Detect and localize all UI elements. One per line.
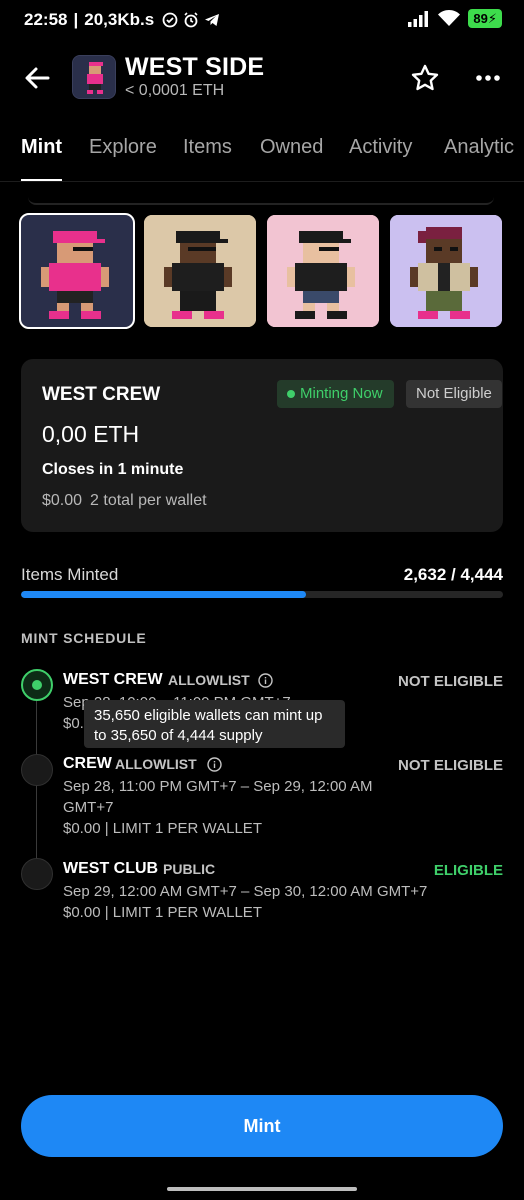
mint-stage-card: WEST CREW Minting Now Not Eligible 0,00 … <box>21 359 503 532</box>
home-indicator <box>167 1187 357 1191</box>
eligibility-badge: Not Eligible <box>406 380 502 408</box>
minting-now-badge: Minting Now <box>277 380 394 408</box>
tab-activity[interactable]: Activity <box>349 136 412 159</box>
tab-items[interactable]: Items <box>183 136 232 159</box>
phase-dates: Sep 29, 12:00 AM GMT+7 – Sep 30, 12:00 A… <box>63 883 428 900</box>
tab-bar: Mint Explore Items Owned Activity Analyt… <box>0 136 524 182</box>
collection-header: WEST SIDE < 0,0001 ETH <box>0 53 524 105</box>
star-icon[interactable] <box>410 63 440 93</box>
tab-analytics[interactable]: Analytic <box>444 136 514 159</box>
nft-thumbnail[interactable] <box>19 213 135 329</box>
eligibility-tooltip: 35,650 eligible wallets can mint up to 3… <box>84 700 345 748</box>
status-right: 89⚡ <box>408 9 502 28</box>
phase-limit: $0.00 | LIMIT 1 PER WALLET <box>63 820 262 837</box>
collection-title: WEST SIDE <box>125 53 265 81</box>
schedule-title: MINT SCHEDULE <box>21 630 147 646</box>
mint-progress-bar <box>21 591 503 598</box>
phase-dates: Sep 28, 11:00 PM GMT+7 – Sep 29, 12:00 A… <box>63 778 373 795</box>
phase-name: WEST CLUB <box>63 860 159 877</box>
wifi-icon <box>438 10 461 26</box>
phase-name: WEST CREW <box>63 671 163 688</box>
stage-title: WEST CREW <box>42 384 161 405</box>
nft-thumbnail[interactable] <box>144 215 256 327</box>
divider <box>28 197 494 205</box>
tab-explore[interactable]: Explore <box>89 136 157 159</box>
nft-thumbnail[interactable] <box>267 215 379 327</box>
phase-type: PUBLIC <box>163 861 216 877</box>
tab-mint[interactable]: Mint <box>21 136 62 159</box>
phase-indicator <box>21 858 53 890</box>
stage-meta: $0.00 2 total per wallet <box>42 492 207 509</box>
signal-icon <box>408 10 429 27</box>
stage-countdown: Closes in 1 minute <box>42 461 184 478</box>
phase-limit: $0.00 | LIMIT 1 PER WALLET <box>63 904 262 921</box>
phase-type: ALLOWLIST <box>115 756 197 772</box>
stage-price: 0,00 ETH <box>42 421 140 447</box>
status-bar: 22:58 | 20,3Kb.s 89⚡ <box>0 0 524 40</box>
battery-indicator: 89⚡ <box>468 9 502 28</box>
telegram-icon <box>205 14 220 26</box>
floor-price: < 0,0001 ETH <box>125 82 225 99</box>
alarm-icon <box>184 12 198 28</box>
phase-indicator <box>21 754 53 786</box>
tab-active-indicator <box>21 179 62 181</box>
phase-eligibility: ELIGIBLE <box>433 862 503 879</box>
phase-type: ALLOWLIST <box>168 672 250 688</box>
more-icon[interactable] <box>474 65 502 91</box>
phase-limit: $0. <box>63 715 84 732</box>
status-time: 22:58 <box>24 10 68 29</box>
phase-dates-cont: GMT+7 <box>63 799 114 816</box>
phase-name: CREW <box>63 755 112 772</box>
phase-eligibility: NOT ELIGIBLE <box>398 757 503 774</box>
mint-button[interactable]: Mint <box>21 1095 503 1157</box>
live-dot-icon <box>287 390 295 398</box>
info-icon[interactable] <box>207 757 222 772</box>
back-arrow-icon[interactable] <box>22 63 52 93</box>
status-speed: 20,3Kb.s <box>84 10 155 29</box>
tab-owned[interactable]: Owned <box>260 136 323 159</box>
mint-progress-fill <box>21 591 307 598</box>
phase-active-indicator <box>21 669 53 701</box>
nft-preview-strip <box>19 213 503 329</box>
phase-eligibility: NOT ELIGIBLE <box>398 673 503 690</box>
status-left: 22:58 | 20,3Kb.s <box>24 10 220 30</box>
nft-thumbnail[interactable] <box>390 215 502 327</box>
items-minted-label: Items Minted <box>21 565 119 584</box>
sync-icon <box>162 12 178 28</box>
items-minted-count: 2,632 / 4,444 <box>403 565 503 584</box>
info-icon[interactable] <box>258 673 273 688</box>
collection-avatar <box>72 55 116 99</box>
